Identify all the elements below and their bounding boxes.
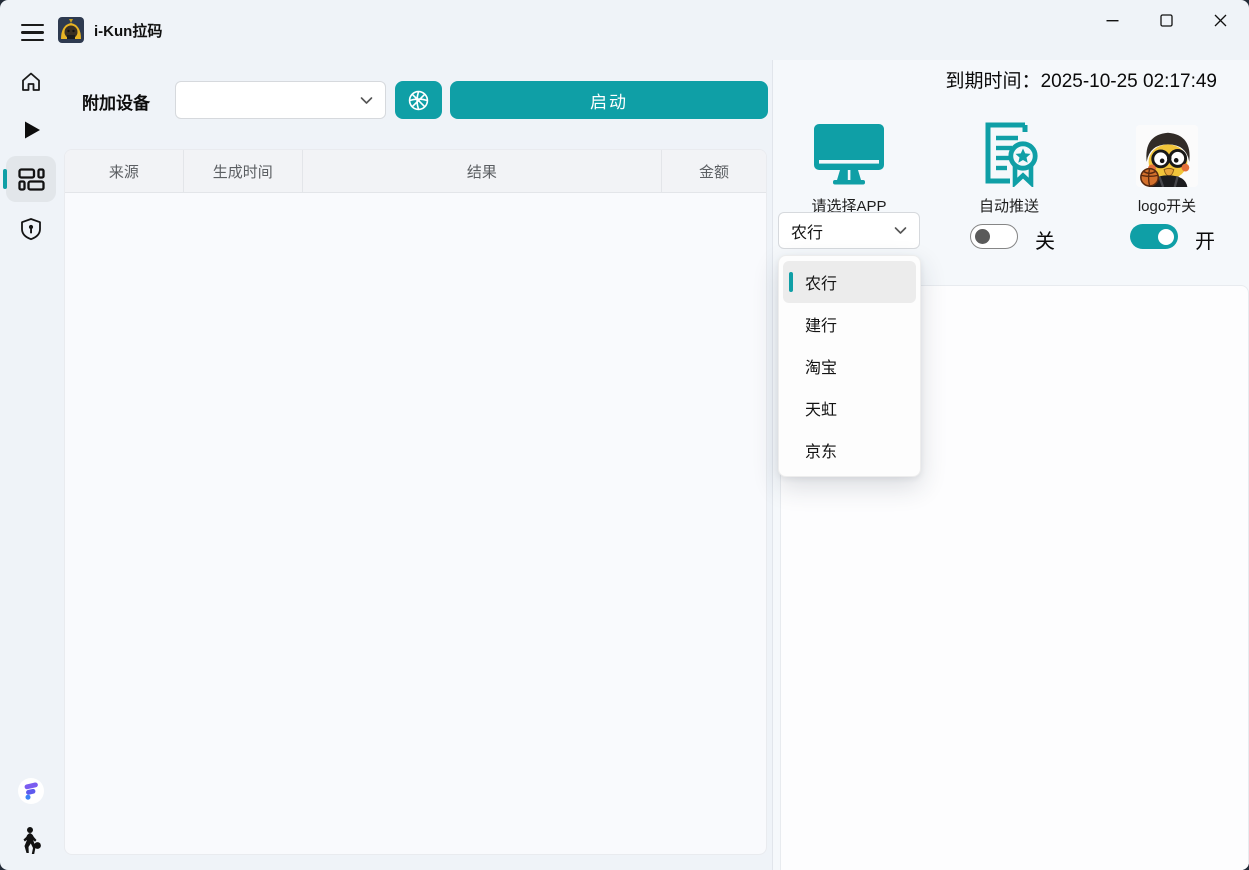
device-label: 附加设备 <box>82 89 150 114</box>
sidebar <box>0 60 62 870</box>
option-label: 建行 <box>805 312 837 336</box>
avatar-image <box>1136 125 1198 187</box>
auto-push-label: 自动推送 <box>979 195 1039 216</box>
launch-button[interactable]: 启动 <box>450 81 768 119</box>
sidebar-item-security[interactable] <box>9 207 53 251</box>
option-accent-bar <box>789 272 793 292</box>
logo-switch-toggle[interactable] <box>1130 224 1178 249</box>
expiry-time: 到期时间：2025-10-25 02:17:49 <box>946 66 1217 93</box>
dropdown-option-tianhong[interactable]: 天虹 <box>783 387 916 429</box>
header-cell-result[interactable]: 结果 <box>303 150 662 192</box>
main-panel: 附加设备 启动 来源 生成时间 结果 <box>62 60 772 870</box>
dropdown-option-nonghang[interactable]: 农行 <box>783 261 916 303</box>
toggle-knob <box>1158 229 1174 245</box>
feature-auto-push: 自动推送 <box>944 103 1074 216</box>
basketball-button[interactable] <box>395 81 442 119</box>
shield-icon <box>19 217 43 241</box>
dropdown-option-jingdong[interactable]: 京东 <box>783 429 916 471</box>
sidebar-item-apps[interactable] <box>6 156 56 202</box>
feature-logo-switch: logo开关 <box>1102 103 1232 216</box>
option-label: 京东 <box>805 438 837 462</box>
minimize-button[interactable] <box>1085 0 1139 40</box>
expiry-label: 到期时间： <box>946 71 1041 92</box>
feature-app-picker: 请选择APP <box>784 103 914 216</box>
logo-switch-state: 开 <box>1195 225 1215 254</box>
option-label: 淘宝 <box>805 354 837 378</box>
option-label: 农行 <box>805 270 837 294</box>
grid-icon <box>18 168 45 191</box>
basketball-player-icon <box>17 826 45 856</box>
dropdown-option-taobao[interactable]: 淘宝 <box>783 345 916 387</box>
feather-logo-icon <box>17 777 45 805</box>
maximize-icon <box>1160 14 1173 27</box>
monitor-icon <box>812 123 886 187</box>
logo-switch-label: logo开关 <box>1138 195 1196 216</box>
menu-button[interactable] <box>12 12 52 48</box>
header-cell-source[interactable]: 来源 <box>65 150 184 192</box>
sidebar-brand-button[interactable] <box>9 769 53 813</box>
sidebar-item-home[interactable] <box>9 60 53 104</box>
app-dropdown-popup: 农行 建行 淘宝 天虹 京东 <box>778 255 921 477</box>
device-select[interactable] <box>175 81 386 119</box>
auto-push-toggle[interactable] <box>970 224 1018 249</box>
sidebar-kun-button[interactable] <box>9 819 53 863</box>
app-select[interactable]: 农行 <box>778 212 920 249</box>
toggle-knob <box>975 229 990 244</box>
certificate-icon <box>979 119 1039 187</box>
play-icon <box>19 118 43 142</box>
header-cell-amount[interactable]: 金额 <box>662 150 766 192</box>
home-icon <box>19 70 43 94</box>
results-table: 来源 生成时间 结果 金额 <box>64 149 767 855</box>
app-select-value: 农行 <box>791 219 823 243</box>
auto-push-state: 关 <box>1035 225 1055 254</box>
dropdown-option-jianhang[interactable]: 建行 <box>783 303 916 345</box>
app-window: i-Kun拉码 <box>0 0 1249 870</box>
titlebar: i-Kun拉码 <box>0 0 1249 60</box>
maximize-button[interactable] <box>1139 0 1193 40</box>
sidebar-item-run[interactable] <box>9 108 53 152</box>
window-title: i-Kun拉码 <box>94 20 162 41</box>
minimize-icon <box>1106 14 1119 27</box>
basketball-icon <box>407 89 430 112</box>
active-indicator-bar <box>3 169 7 189</box>
chevron-down-icon <box>360 96 373 105</box>
expiry-value: 2025-10-25 02:17:49 <box>1041 71 1217 92</box>
table-body <box>65 193 766 855</box>
option-label: 天虹 <box>805 396 837 420</box>
chevron-down-icon <box>894 226 907 235</box>
close-button[interactable] <box>1193 0 1247 40</box>
app-logo-icon <box>58 17 84 43</box>
window-controls <box>1085 0 1247 40</box>
table-header: 来源 生成时间 结果 金额 <box>65 150 766 193</box>
close-icon <box>1214 14 1227 27</box>
right-panel: 到期时间：2025-10-25 02:17:49 请选择APP <box>773 60 1249 870</box>
header-cell-time[interactable]: 生成时间 <box>184 150 303 192</box>
